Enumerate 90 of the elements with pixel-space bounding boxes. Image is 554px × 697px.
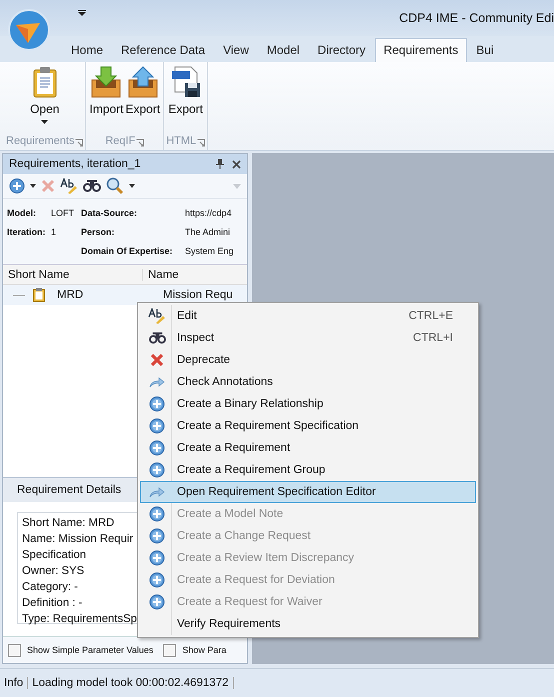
checkbox-box[interactable]	[163, 644, 176, 656]
detail-line: Name: Mission Requir	[22, 532, 134, 547]
add-icon	[149, 418, 165, 434]
shortcut-text: CTRL+E	[408, 310, 453, 322]
checkbox-box[interactable]	[8, 644, 21, 656]
info-value: 1	[51, 226, 58, 236]
html-save-icon	[170, 66, 201, 98]
menu-item[interactable]: Create a Requirement Group	[140, 459, 476, 481]
add-icon	[149, 528, 165, 544]
launcher-icon[interactable]	[136, 139, 144, 147]
detail-line: Definition : -	[22, 596, 84, 611]
menu-item[interactable]: Verify Requirements	[140, 613, 476, 635]
detail-line: Owner: SYS	[22, 564, 86, 579]
pin-icon[interactable]	[216, 159, 224, 169]
ribbon-tab[interactable]: Home	[62, 38, 112, 62]
binoculars-icon[interactable]	[83, 180, 101, 192]
add-icon	[149, 550, 165, 566]
status-label: Info	[0, 677, 28, 689]
table-cell: Mission Requ	[163, 289, 233, 301]
ribbon-button[interactable]: Import	[88, 64, 124, 129]
ribbon-tab[interactable]: View	[214, 38, 258, 62]
caret-icon[interactable]	[30, 184, 36, 188]
clipboard-icon	[32, 66, 58, 98]
add-icon	[149, 506, 165, 522]
launcher-icon[interactable]	[75, 139, 84, 147]
menu-item[interactable]: Deprecate	[140, 349, 476, 371]
dropdown-arrow-icon[interactable]	[78, 10, 86, 16]
menu-item[interactable]: Open Requirement Specification Editor	[140, 481, 476, 503]
info-value: https://cdp4	[185, 208, 233, 218]
tray-up-arrow-icon	[128, 66, 158, 98]
add-icon	[149, 462, 165, 478]
ribbon-tab[interactable]: Reference Data	[112, 38, 214, 62]
ribbon-button[interactable]: Export	[167, 64, 204, 129]
detail-line: Short Name: MRD	[22, 516, 116, 531]
tree-row[interactable]: MRD Mission Requ	[3, 285, 247, 305]
info-value: LOFT	[51, 208, 76, 218]
add-icon	[149, 572, 165, 588]
menu-item[interactable]: Check Annotations	[140, 371, 476, 393]
ribbon-button[interactable]: Export	[124, 64, 162, 129]
menu-item[interactable]: Inspect CTRL+I	[140, 327, 476, 349]
panel-title: Requirements, iteration_1	[9, 158, 141, 170]
tray-down-arrow-icon	[91, 66, 122, 98]
info-label: Model:	[7, 208, 37, 218]
column-header[interactable]: Short Name	[3, 268, 143, 280]
add-icon	[149, 594, 165, 610]
group-label: Requirements	[6, 135, 74, 147]
binoculars-icon	[148, 332, 166, 344]
info-label: Domain Of Expertise:	[81, 246, 174, 256]
clipboard-icon	[33, 288, 45, 302]
add-icon	[149, 396, 165, 412]
caret-icon[interactable]	[129, 184, 135, 188]
detail-line: Specification	[22, 548, 88, 563]
ribbon-tab[interactable]: Directory	[308, 38, 375, 62]
close-icon[interactable]	[232, 160, 241, 168]
search-icon[interactable]	[106, 177, 124, 195]
status-message: Loading model took 00:00:02.4691372	[28, 677, 234, 689]
ribbon-tab[interactable]: Requirements	[374, 38, 468, 62]
panel-tab[interactable]: Requirement Details	[3, 484, 122, 496]
menu-item[interactable]: Create a Requirement	[140, 437, 476, 459]
curved-arrow-icon	[149, 376, 165, 388]
checkbox[interactable]: Show Para	[163, 644, 226, 656]
shortcut-text: CTRL+I	[413, 332, 453, 344]
delete-icon	[150, 353, 164, 367]
checkbox[interactable]: Show Simple Parameter Values	[8, 644, 154, 656]
ribbon-tab[interactable]: Bui	[467, 38, 503, 62]
spelling-icon	[148, 308, 166, 324]
menu-item[interactable]: Create a Requirement Specification	[140, 415, 476, 437]
window-title: CDP4 IME - Community Edi	[399, 11, 554, 25]
detail-line: Type: RequirementsSp	[22, 612, 138, 627]
group-label: HTML	[166, 135, 196, 147]
ribbon-tab[interactable]: Model	[258, 38, 309, 62]
table-cell-text: MRD	[57, 289, 84, 301]
info-label: Iteration:	[7, 226, 47, 236]
info-label: Data-Source:	[81, 208, 138, 218]
launcher-icon[interactable]	[197, 139, 206, 147]
column-header[interactable]: Name	[143, 268, 179, 280]
info-value: The Admini	[185, 226, 232, 236]
menu-item[interactable]: Edit CTRL+E	[140, 305, 476, 327]
menu-item[interactable]: Create a Binary Relationship	[140, 393, 476, 415]
group-label: ReqIF	[105, 135, 136, 147]
ribbon-button[interactable]: Open	[29, 64, 60, 129]
spelling-icon[interactable]	[60, 178, 78, 194]
add-icon	[149, 440, 165, 456]
info-label: Person:	[81, 226, 116, 236]
checkbox-label: Show Para	[182, 645, 226, 655]
checkbox-label: Show Simple Parameter Values	[27, 645, 154, 655]
info-value: System Eng	[185, 246, 235, 256]
add-icon[interactable]	[9, 178, 25, 194]
detail-line: Category: -	[22, 580, 79, 595]
curved-arrow-icon	[149, 486, 165, 498]
